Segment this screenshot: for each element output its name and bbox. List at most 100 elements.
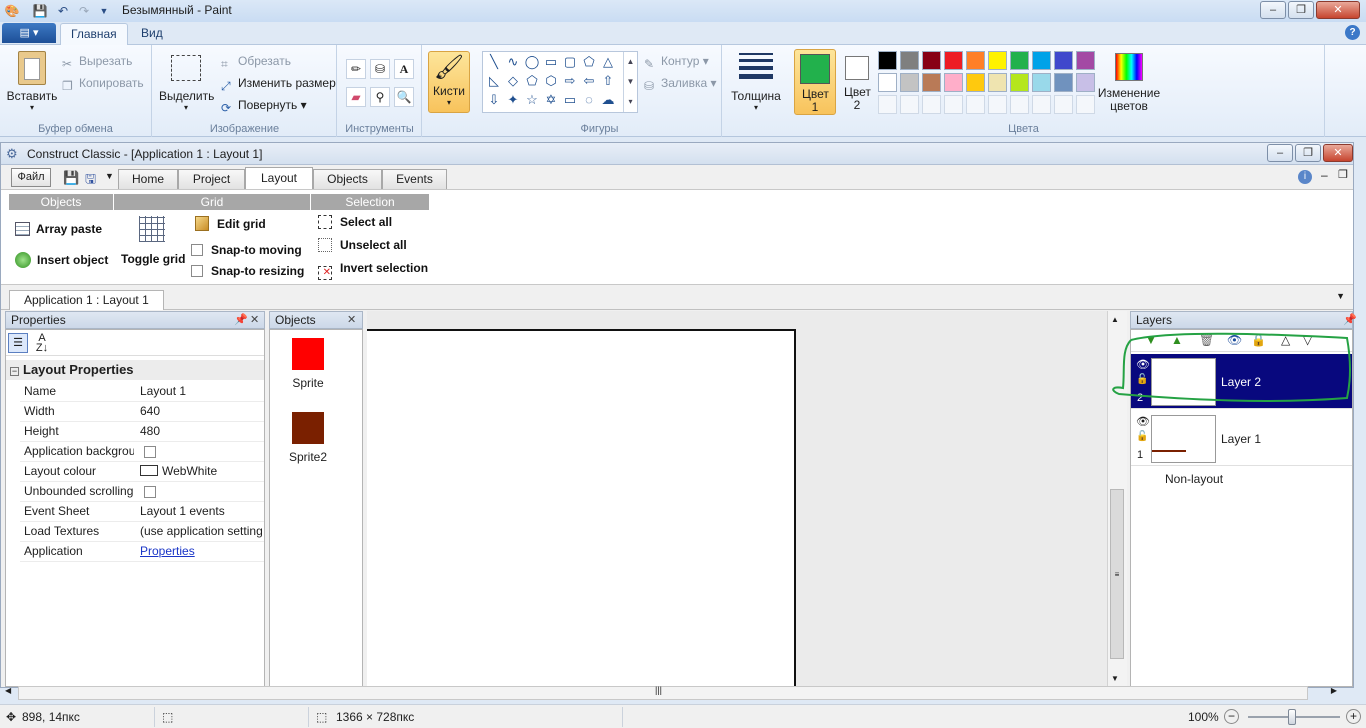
line-shape-icon[interactable]: ╲ xyxy=(485,53,503,71)
horizontal-scrollbar[interactable]: ◀ ||| ▶ xyxy=(5,685,1337,700)
eye-icon[interactable]: 👁 xyxy=(1136,415,1150,428)
color-swatch[interactable] xyxy=(1032,73,1051,92)
custom-color-slot[interactable] xyxy=(900,95,919,114)
array-paste-button[interactable]: Array paste xyxy=(15,222,102,236)
property-row[interactable]: Load Textures (use application setting xyxy=(20,522,264,542)
select-button[interactable]: Выделить ▾ xyxy=(159,55,214,112)
custom-color-slot[interactable] xyxy=(944,95,963,114)
color-swatch[interactable] xyxy=(878,51,897,70)
tab-project[interactable]: Project xyxy=(178,169,245,189)
custom-color-slot[interactable] xyxy=(922,95,941,114)
callout-oval-icon[interactable]: ◌ xyxy=(580,91,598,109)
color-swatch[interactable] xyxy=(1010,51,1029,70)
select-all-button[interactable]: Select all xyxy=(318,215,392,229)
five-point-star-icon[interactable]: ☆ xyxy=(523,91,541,109)
callout-cloud-icon[interactable]: ☁ xyxy=(599,91,617,109)
resize-button[interactable]: ⤢ Изменить размер xyxy=(221,76,336,93)
property-row[interactable]: Application Properties xyxy=(20,542,264,562)
tab-view[interactable]: Вид xyxy=(131,23,173,45)
down-arrow-shape-icon[interactable]: ⇩ xyxy=(485,91,503,109)
property-row[interactable]: Event Sheet Layout 1 events xyxy=(20,502,264,522)
snap-resizing-box[interactable] xyxy=(191,265,203,277)
non-layout-item[interactable]: Non-layout xyxy=(1165,472,1223,486)
construct-minimize-button[interactable]: – xyxy=(1267,144,1293,162)
color2-button[interactable]: Цвет 2 xyxy=(839,49,875,115)
tab-layout-document[interactable]: Application 1 : Layout 1 xyxy=(9,290,164,310)
property-row[interactable]: Application backgrou xyxy=(20,442,264,462)
save-icon[interactable]: 💾 xyxy=(32,3,48,19)
color-swatch[interactable] xyxy=(1054,51,1073,70)
close-panel-icon[interactable]: ✕ xyxy=(250,312,259,328)
close-panel-icon[interactable]: ✕ xyxy=(347,312,356,328)
oval-shape-icon[interactable]: ◯ xyxy=(523,53,541,71)
curve-shape-icon[interactable]: ∿ xyxy=(504,53,522,71)
color-swatch[interactable] xyxy=(922,51,941,70)
tab-home[interactable]: Home xyxy=(118,169,178,189)
cut-button[interactable]: ✂ Вырезать xyxy=(62,54,132,71)
lock-icon[interactable]: 🔓 xyxy=(1136,431,1148,442)
file-menu-button[interactable]: Файл xyxy=(11,168,51,187)
tab-home[interactable]: Главная xyxy=(60,23,128,45)
rotate-button[interactable]: ⟳ Повернуть ▾ xyxy=(221,98,307,115)
color-swatch[interactable] xyxy=(1076,51,1095,70)
color-swatch[interactable] xyxy=(966,73,985,92)
polygon-shape-icon[interactable]: ⬠ xyxy=(580,53,598,71)
color-swatch[interactable] xyxy=(966,51,985,70)
property-checkbox[interactable] xyxy=(144,486,156,498)
pin-icon[interactable]: 📌 xyxy=(234,312,248,328)
scroll-right-icon[interactable]: ▶ xyxy=(1331,686,1337,695)
toggle-grid-button[interactable]: Toggle grid xyxy=(121,216,185,266)
custom-color-slot[interactable] xyxy=(1054,95,1073,114)
four-point-star-icon[interactable]: ✦ xyxy=(504,91,522,109)
unselect-all-button[interactable]: Unselect all xyxy=(318,238,407,252)
custom-color-slot[interactable] xyxy=(1010,95,1029,114)
rectangle-shape-icon[interactable]: ▭ xyxy=(542,53,560,71)
property-row[interactable]: Width 640 xyxy=(20,402,264,422)
callout-rect-icon[interactable]: ▭ xyxy=(561,91,579,109)
collapse-icon[interactable]: − xyxy=(10,367,19,376)
paint-app-icon[interactable]: 🎨 xyxy=(4,3,20,19)
text-tool-icon[interactable]: A xyxy=(394,59,414,79)
paint-menu-button[interactable]: ▤ ▾ xyxy=(2,23,56,43)
zoom-in-button[interactable]: + xyxy=(1346,709,1361,724)
snap-moving-box[interactable] xyxy=(191,244,203,256)
property-value[interactable]: 480 xyxy=(140,422,266,441)
brushes-button[interactable]: 🖌 Кисти ▾ xyxy=(428,51,470,113)
edit-colors-button[interactable]: Изменение цветов xyxy=(1095,53,1163,113)
color-picker-icon[interactable]: ⚲ xyxy=(370,87,390,107)
triangle-shape-icon[interactable]: △ xyxy=(599,53,617,71)
copy-button[interactable]: ❐ Копировать xyxy=(62,76,144,93)
color-swatch[interactable] xyxy=(878,73,897,92)
insert-object-button[interactable]: Insert object xyxy=(15,252,108,268)
zoom-slider-thumb[interactable] xyxy=(1288,709,1296,725)
info-icon[interactable]: i xyxy=(1298,170,1312,184)
color-swatch[interactable] xyxy=(1032,51,1051,70)
crop-button[interactable]: ⌗ Обрезать xyxy=(221,54,291,71)
layout-properties-section[interactable]: − Layout Properties xyxy=(6,360,264,380)
outline-button[interactable]: ✎ Контур ▾ xyxy=(644,54,709,71)
invert-selection-button[interactable]: ✕ Invert selection xyxy=(318,261,428,280)
custom-color-slot[interactable] xyxy=(1076,95,1095,114)
up-arrow-shape-icon[interactable]: ⇧ xyxy=(599,72,617,90)
paste-button[interactable]: Вставить ▾ xyxy=(6,51,58,112)
snap-resizing-checkbox[interactable]: Snap-to resizing xyxy=(191,264,304,278)
six-point-star-icon[interactable]: ✡ xyxy=(542,91,560,109)
left-arrow-shape-icon[interactable]: ⇦ xyxy=(580,72,598,90)
custom-color-slot[interactable] xyxy=(966,95,985,114)
scroll-down-icon[interactable]: ▼ xyxy=(1111,674,1119,683)
fill-bucket-icon[interactable]: ⛁ xyxy=(370,59,390,79)
color-swatch[interactable] xyxy=(1054,73,1073,92)
custom-color-slot[interactable] xyxy=(988,95,1007,114)
color-swatch[interactable] xyxy=(900,51,919,70)
tab-events[interactable]: Events xyxy=(382,169,447,189)
color-swatch[interactable] xyxy=(988,73,1007,92)
custom-color-slot[interactable] xyxy=(878,95,897,114)
doc-tabs-dropdown-icon[interactable]: ▼ xyxy=(1336,291,1345,301)
zoom-out-button[interactable]: − xyxy=(1224,709,1239,724)
right-arrow-shape-icon[interactable]: ⇨ xyxy=(561,72,579,90)
eraser-icon[interactable]: ▰ xyxy=(346,87,366,107)
help-icon[interactable]: ? xyxy=(1345,25,1360,40)
property-value[interactable]: (use application setting xyxy=(140,522,266,541)
property-checkbox[interactable] xyxy=(144,446,156,458)
color-swatch[interactable] xyxy=(944,51,963,70)
